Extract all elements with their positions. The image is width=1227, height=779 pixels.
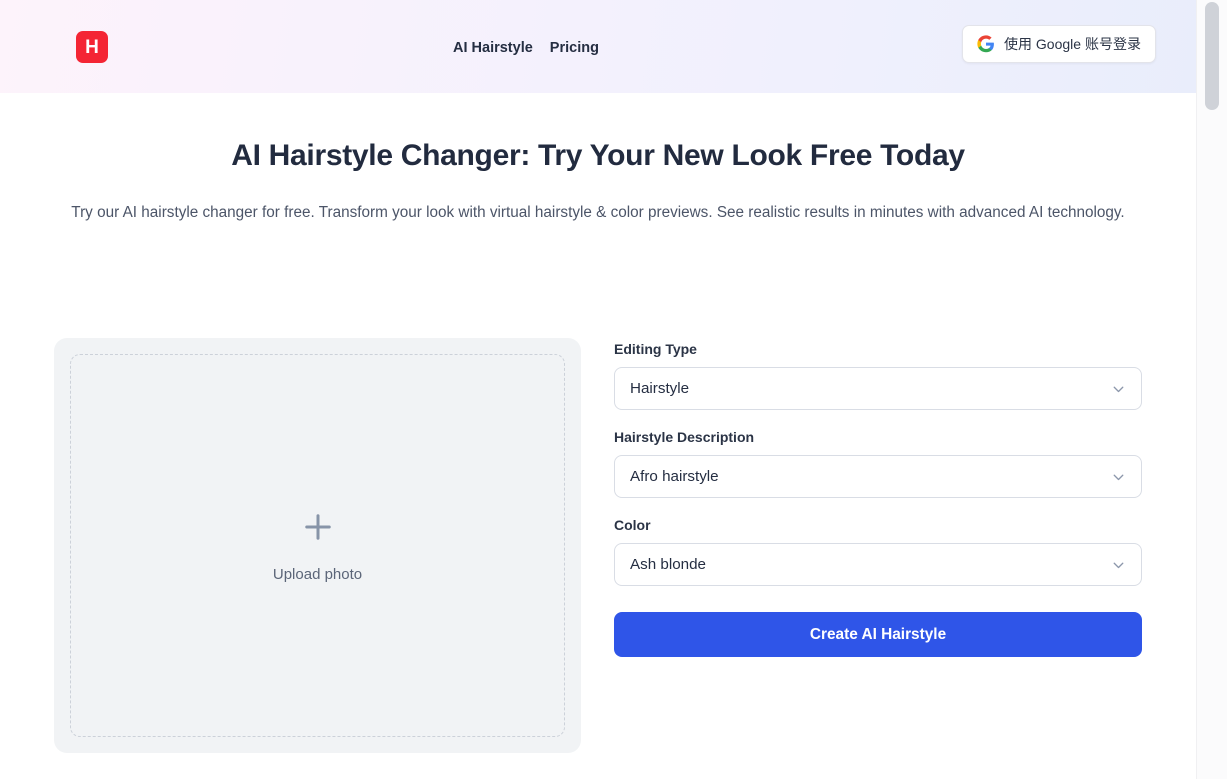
page-subtitle: Try our AI hairstyle changer for free. T… [71,203,1125,221]
select-value-color: Ash blonde [630,556,706,573]
page-title: AI Hairstyle Changer: Try Your New Look … [231,139,965,172]
select-color[interactable]: Ash blonde [614,543,1142,586]
plus-icon [300,509,336,545]
workspace: Upload photo Editing Type Hairstyle Hair… [0,338,1196,753]
upload-photo-label: Upload photo [272,565,363,583]
upload-dropzone[interactable]: Upload photo [70,354,565,737]
nav-link-ai-hairstyle[interactable]: AI Hairstyle [453,40,533,56]
google-login-button[interactable]: 使用 Google 账号登录 [962,25,1156,63]
google-g-icon [977,35,995,53]
upload-panel: Upload photo [54,338,581,753]
site-header: H AI Hairstyle Pricing 使用 Google 账号登录 [0,0,1196,93]
google-login-label: 使用 Google 账号登录 [1004,36,1141,52]
field-label-color: Color [614,517,651,533]
field-hairstyle-description: Hairstyle Description Afro hairstyle [614,429,1142,498]
create-ai-hairstyle-button[interactable]: Create AI Hairstyle [614,612,1142,657]
field-label-editing-type: Editing Type [614,341,697,357]
nav-link-pricing[interactable]: Pricing [550,40,599,56]
logo-letter: H [85,36,99,58]
settings-form: Editing Type Hairstyle Hairstyle Descrip… [614,338,1142,753]
field-color: Color Ash blonde [614,517,1142,586]
main-nav: AI Hairstyle Pricing [453,40,599,56]
logo-mark[interactable]: H [76,31,108,63]
field-editing-type: Editing Type Hairstyle [614,341,1142,410]
select-value-hairstyle-description: Afro hairstyle [630,468,719,485]
select-value-editing-type: Hairstyle [630,380,690,397]
select-hairstyle-description[interactable]: Afro hairstyle [614,455,1142,498]
page-scrollbar[interactable] [1196,0,1227,779]
hero-section: AI Hairstyle Changer: Try Your New Look … [0,93,1196,227]
select-editing-type[interactable]: Hairstyle [614,367,1142,410]
scrollbar-thumb[interactable] [1205,2,1219,110]
field-label-hairstyle-description: Hairstyle Description [614,429,755,445]
